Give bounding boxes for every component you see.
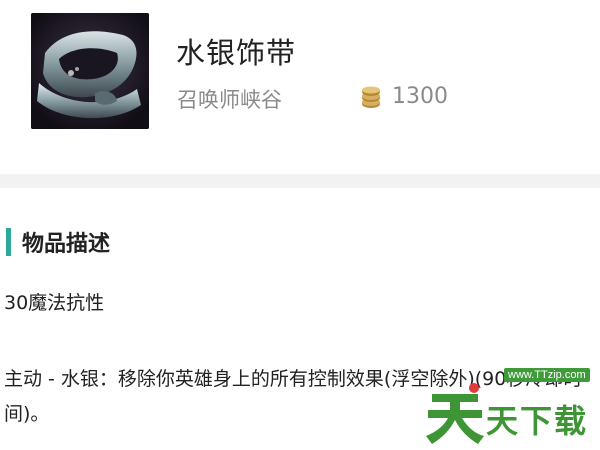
item-map: 召唤师峡谷 [177,88,282,112]
gold-coins-icon [360,86,382,110]
item-name: 水银饰带 [176,36,297,70]
item-stat: 30魔法抗性 [4,292,105,314]
quicksilver-sash-icon [31,13,149,129]
item-header: 水银饰带 召唤师峡谷 1300 [0,0,600,174]
item-price: 1300 [392,84,448,109]
item-detail-page: 水银饰带 召唤师峡谷 1300 物品描述 30魔法抗性 主动 - 水银：移除你英… [0,0,600,450]
section-title: 物品描述 [22,232,111,257]
section-accent-bar [6,228,11,256]
section-divider [0,174,600,188]
watermark-url: www.TTzip.com [504,368,590,382]
watermark-text: 天下载 [486,402,589,440]
